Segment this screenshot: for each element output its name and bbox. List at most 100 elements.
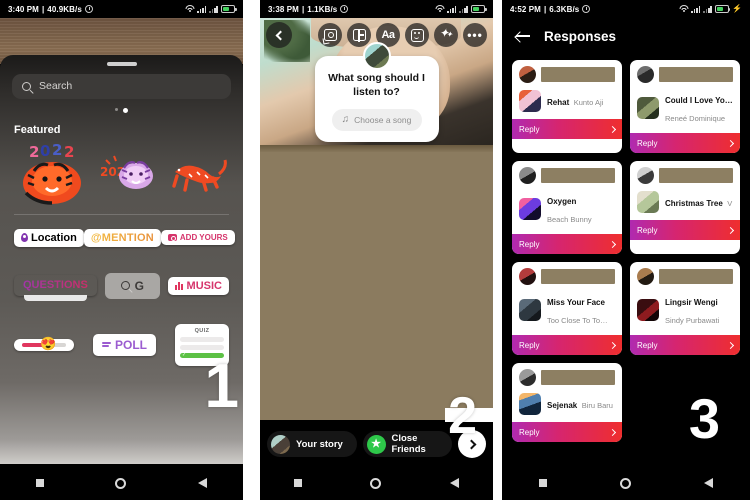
status-time: 3:38 PM: [268, 4, 299, 14]
page-dot-2-active[interactable]: [123, 107, 129, 113]
sticker-gif[interactable]: G: [104, 272, 160, 299]
your-story-button[interactable]: Your story: [267, 431, 357, 457]
sparkle-icon: ✦ ✦: [439, 26, 453, 40]
status-separator: |: [41, 4, 45, 14]
nav-back-icon[interactable]: [704, 478, 714, 488]
chevron-left-icon: [275, 30, 285, 40]
reply-button[interactable]: Reply: [630, 220, 740, 240]
reply-button[interactable]: Reply: [630, 133, 740, 153]
reply-button[interactable]: Reply: [630, 335, 740, 355]
song-title: Miss Your Face: [547, 298, 605, 307]
reply-button[interactable]: Reply: [512, 119, 622, 139]
tiger-2022-purple-sticker[interactable]: 2022: [100, 150, 158, 198]
card-user-row: [637, 268, 733, 285]
nav-back-icon[interactable]: [198, 478, 208, 488]
card-song-row: Sejenak Biru Baru: [519, 393, 615, 415]
song-artist: Reneé Dominique: [665, 114, 726, 123]
responses-header: Responses: [502, 18, 750, 54]
avatar: [519, 369, 536, 386]
nav-recents-icon[interactable]: [35, 479, 44, 487]
chevron-right-icon: [726, 139, 735, 147]
search-placeholder: Search: [39, 80, 73, 92]
featured-sticker-row: 2 0 2 2 2022: [12, 136, 231, 208]
arrow-left-icon[interactable]: [516, 31, 530, 41]
svg-text:2: 2: [52, 141, 62, 159]
emoji-sticker-button[interactable]: [405, 23, 429, 47]
sticker-music[interactable]: MUSIC: [167, 276, 229, 295]
alarm-icon: [582, 5, 591, 13]
back-button[interactable]: [266, 22, 292, 48]
song-title: Could I Love Yo…: [665, 96, 733, 105]
avatar: [362, 42, 391, 70]
tiger-running-orange-sticker[interactable]: [167, 154, 227, 194]
sticker-button[interactable]: [318, 23, 342, 47]
card-content: Oxygen Beach Bunny: [512, 161, 622, 234]
sticker-location[interactable]: Location: [14, 228, 84, 247]
card-user-row: [519, 66, 615, 83]
sticker-questions[interactable]: QUESTIONS: [14, 275, 97, 296]
status-right-2: [435, 5, 487, 13]
quiz-option-1: [180, 336, 224, 342]
nav-home-icon[interactable]: [619, 477, 631, 489]
sticker-location-label: Location: [31, 231, 77, 244]
response-card[interactable]: Christmas Tree V Reply: [630, 161, 740, 254]
response-card[interactable]: Sejenak Biru Baru Reply: [512, 363, 622, 442]
redacted-username: [541, 269, 615, 284]
tiger-2022-orange-sticker[interactable]: 2 0 2 2: [16, 141, 90, 207]
effects-button[interactable]: ✦ ✦: [434, 23, 458, 47]
card-content: Rehat Kunto Aji: [512, 60, 622, 119]
svg-text:2: 2: [64, 143, 74, 161]
response-card[interactable]: Miss Your Face Too Close To To… Reply: [512, 262, 622, 355]
album-art: [519, 393, 541, 415]
card-content: Lingsir Wengi Sindy Purbawati: [630, 262, 740, 335]
status-bar-3: 4:52 PM | 6.3KB/s ⚡: [502, 0, 750, 18]
status-right-1: [185, 5, 237, 13]
close-friends-label: Close Friends: [391, 433, 426, 455]
response-card[interactable]: Could I Love Yo… Reneé Dominique Reply: [630, 60, 740, 153]
choose-a-song-button[interactable]: ♫ Choose a song: [331, 108, 422, 131]
nav-home-icon[interactable]: [370, 477, 382, 489]
sticker-person-icon: [323, 29, 337, 41]
reply-label: Reply: [519, 239, 540, 249]
sticker-add-yours[interactable]: ADD YOURS: [160, 230, 235, 245]
song-title: Lingsir Wengi: [665, 298, 718, 307]
response-card[interactable]: Oxygen Beach Bunny Reply: [512, 161, 622, 254]
more-button[interactable]: •••: [463, 23, 487, 47]
search-input[interactable]: Search: [12, 73, 231, 99]
step-number-3: 3: [688, 387, 720, 451]
layout-button[interactable]: [347, 23, 371, 47]
music-question-sticker[interactable]: What song should I listen to? ♫ Choose a…: [314, 42, 439, 142]
page-dot-1[interactable]: [114, 107, 119, 112]
nav-recents-icon[interactable]: [538, 479, 547, 487]
sticker-poll[interactable]: POLL: [93, 333, 156, 356]
chevron-right-icon: [608, 240, 617, 248]
panel-gap-1: [243, 0, 260, 500]
close-friends-button[interactable]: ★ Close Friends: [362, 431, 452, 457]
card-user-row: [637, 66, 733, 83]
sticker-mention[interactable]: @MENTION: [83, 228, 161, 247]
reply-button[interactable]: Reply: [512, 422, 622, 442]
card-content: Sejenak Biru Baru: [512, 363, 622, 422]
sticker-emoji-slider[interactable]: 😍: [14, 337, 74, 351]
song-meta: Sejenak Biru Baru: [547, 395, 613, 413]
nav-home-icon[interactable]: [115, 477, 127, 489]
card-song-row: Miss Your Face Too Close To To…: [519, 292, 615, 328]
nav-back-icon[interactable]: [449, 478, 459, 488]
android-nav-bar-1: [0, 466, 243, 500]
album-art: [519, 299, 541, 321]
avatar: [637, 268, 654, 285]
response-card[interactable]: Rehat Kunto Aji Reply: [512, 60, 622, 153]
phone-panel-3: 4:52 PM | 6.3KB/s ⚡ Responses Rehat Kunt…: [502, 0, 750, 500]
tray-drag-handle[interactable]: [106, 62, 137, 66]
card-song-row: Lingsir Wengi Sindy Purbawati: [637, 292, 733, 328]
avatar: [637, 167, 654, 184]
response-card[interactable]: Lingsir Wengi Sindy Purbawati Reply: [630, 262, 740, 355]
music-note-icon: ♫: [341, 113, 350, 125]
reply-button[interactable]: Reply: [512, 234, 622, 254]
nav-recents-icon[interactable]: [294, 479, 303, 487]
reply-button[interactable]: Reply: [512, 335, 622, 355]
battery-icon: [714, 5, 731, 13]
album-art: [637, 299, 659, 321]
chevron-right-icon: [608, 428, 617, 436]
location-pin-icon: [21, 233, 28, 242]
